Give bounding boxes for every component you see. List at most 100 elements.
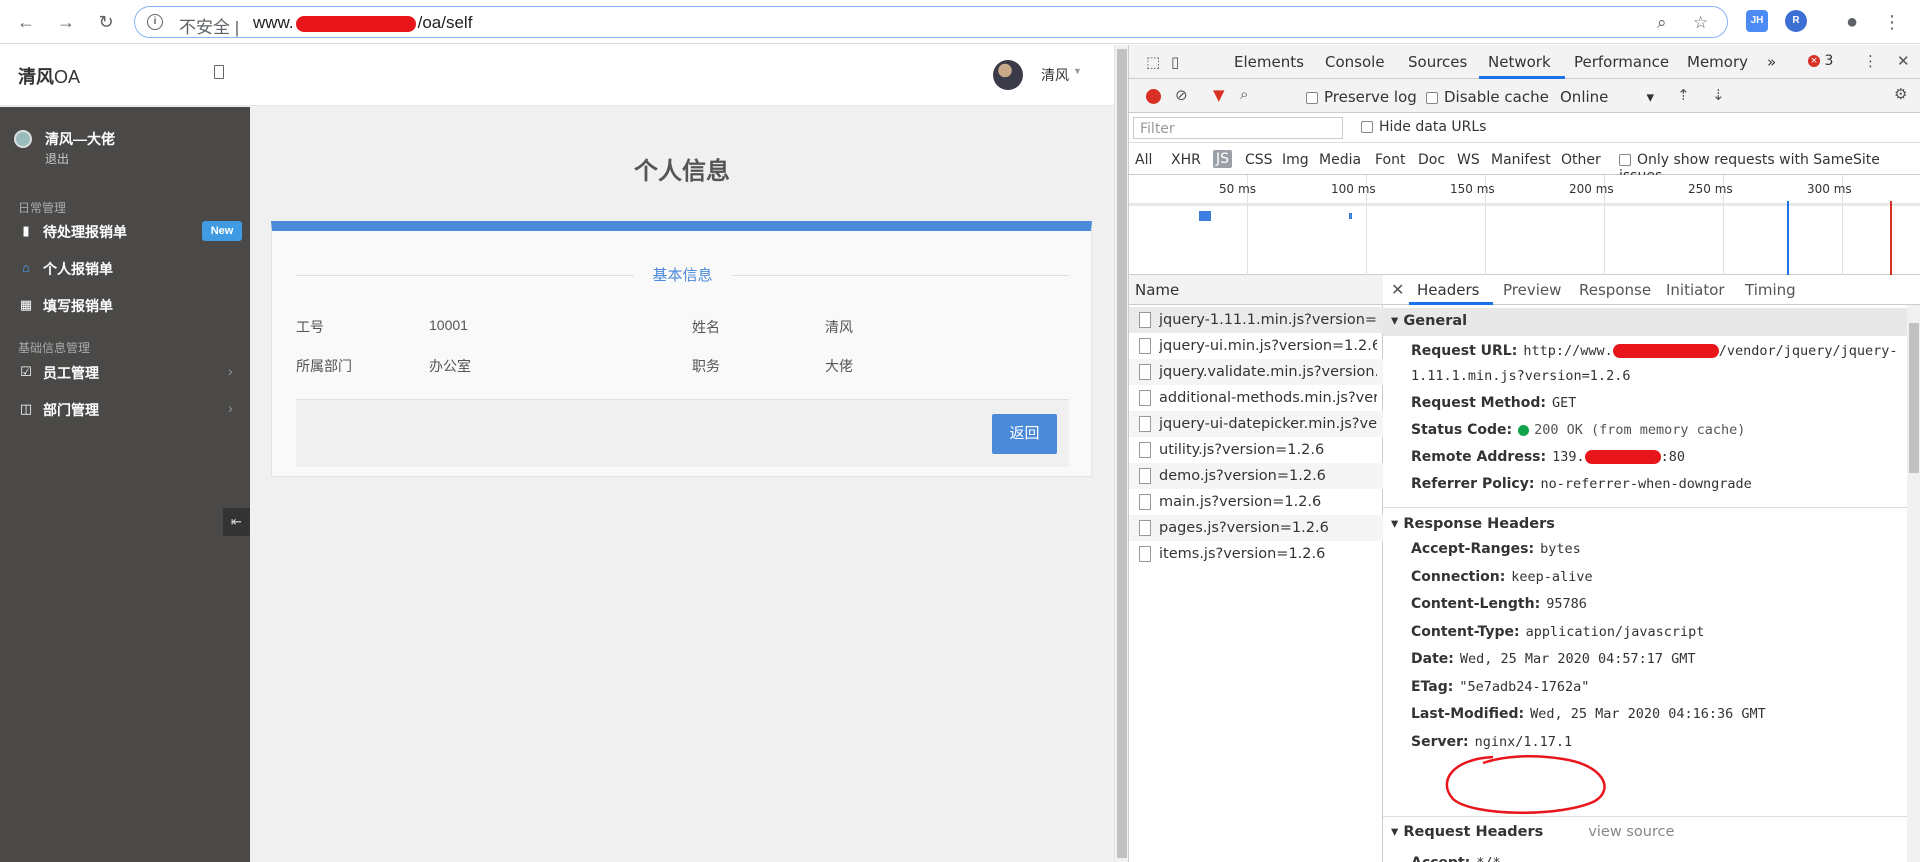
record-icon[interactable]: [1146, 89, 1161, 104]
sidebar-item-employees[interactable]: ☑ 员工管理 ›: [0, 357, 250, 387]
tab-timing[interactable]: Timing: [1745, 281, 1796, 299]
disable-cache-checkbox[interactable]: Disable cache: [1426, 88, 1549, 106]
type-img[interactable]: Img: [1282, 152, 1309, 168]
timeline-label: 300 ms: [1807, 182, 1852, 196]
avatar[interactable]: [993, 60, 1023, 90]
sidebar-item-fill[interactable]: ▦ 填写报销单: [0, 290, 250, 320]
brand-logo[interactable]: 清风OA: [18, 63, 80, 89]
view-source-link[interactable]: view source: [1588, 824, 1674, 840]
request-name: utility.js?version=1.2.6: [1159, 442, 1325, 458]
logout-link[interactable]: 退出: [45, 150, 69, 167]
url-text[interactable]: www./oa/self: [253, 13, 472, 33]
general-section-header[interactable]: ▾ General: [1383, 308, 1907, 336]
request-row[interactable]: main.js?version=1.2.6: [1129, 489, 1383, 515]
tab-performance[interactable]: Performance: [1574, 53, 1669, 71]
request-row[interactable]: jquery-ui-datepicker.min.js?ve...: [1129, 411, 1383, 437]
menu-icon[interactable]: ⋮: [1880, 10, 1904, 34]
filter-icon[interactable]: ▼: [1213, 86, 1225, 104]
detail-scrollbar[interactable]: [1907, 305, 1920, 862]
type-css[interactable]: CSS: [1245, 152, 1273, 168]
request-row[interactable]: utility.js?version=1.2.6: [1129, 437, 1383, 463]
profile-icon[interactable]: ●: [1840, 10, 1864, 34]
scrollbar-thumb[interactable]: [1909, 323, 1919, 473]
preserve-log-checkbox[interactable]: Preserve log: [1306, 88, 1417, 106]
file-icon: [1139, 338, 1151, 354]
collapse-sidebar-icon[interactable]: ⇤: [223, 508, 250, 536]
header-username[interactable]: 清风: [1041, 65, 1069, 85]
sidebar-item-label: 个人报销单: [43, 261, 113, 277]
type-js[interactable]: JS: [1213, 150, 1233, 168]
response-headers-section-header[interactable]: ▾ Response Headers: [1383, 511, 1907, 539]
response-header-line: Last-Modified: Wed, 25 Mar 2020 04:16:36 …: [1411, 706, 1766, 722]
request-row[interactable]: jquery-1.11.1.min.js?version=1...: [1129, 307, 1383, 333]
reload-icon[interactable]: ↻: [94, 10, 118, 34]
gear-icon[interactable]: ⚙: [1894, 85, 1907, 103]
extension-r-icon[interactable]: R: [1785, 10, 1807, 32]
tab-preview[interactable]: Preview: [1503, 281, 1561, 299]
sidebar-toggle-icon[interactable]: [214, 65, 224, 79]
hide-data-urls-checkbox[interactable]: Hide data URLs: [1361, 119, 1486, 135]
tab-console[interactable]: Console: [1325, 53, 1385, 71]
close-icon[interactable]: ✕: [1391, 280, 1404, 299]
request-name: jquery-1.11.1.min.js?version=1...: [1159, 312, 1377, 328]
tab-response[interactable]: Response: [1579, 281, 1651, 299]
more-tabs-icon[interactable]: »: [1767, 53, 1776, 71]
zoom-icon[interactable]: ⌕: [1657, 13, 1667, 33]
request-row[interactable]: pages.js?version=1.2.6: [1129, 515, 1383, 541]
redacted-domain: [295, 15, 416, 32]
request-row[interactable]: jquery-ui.min.js?version=1.2.6: [1129, 333, 1383, 359]
request-row[interactable]: demo.js?version=1.2.6: [1129, 463, 1383, 489]
inspect-icon[interactable]: ⬚: [1146, 53, 1160, 71]
type-doc[interactable]: Doc: [1418, 152, 1445, 168]
close-icon[interactable]: ✕: [1897, 52, 1910, 70]
request-row[interactable]: jquery.validate.min.js?version...: [1129, 359, 1383, 385]
sidebar-item-pending[interactable]: ▮ 待处理报销单 New: [0, 216, 250, 246]
request-headers-section-header[interactable]: ▾ Request Headers view source: [1383, 819, 1907, 847]
type-manifest[interactable]: Manifest: [1491, 152, 1551, 168]
tab-network[interactable]: Network: [1488, 53, 1551, 71]
status-dot-icon: [1518, 424, 1530, 436]
name-column-header[interactable]: Name: [1129, 275, 1383, 305]
back-arrow-icon[interactable]: ←: [14, 10, 38, 34]
address-bar[interactable]: i 不安全 | www./oa/self ⌕ ☆: [134, 6, 1728, 38]
tab-elements[interactable]: Elements: [1234, 53, 1304, 71]
download-icon[interactable]: ⇣: [1712, 86, 1725, 104]
search-icon[interactable]: ⌕: [1240, 85, 1248, 103]
type-all[interactable]: All: [1135, 152, 1152, 168]
field-label: 所属部门: [296, 358, 352, 374]
divider: [732, 275, 1069, 276]
security-label: 不安全 |: [179, 18, 240, 37]
request-row[interactable]: items.js?version=1.2.6: [1129, 541, 1383, 567]
network-overview[interactable]: 50 ms 100 ms 150 ms 200 ms 250 ms 300 ms: [1129, 175, 1920, 275]
kebab-menu-icon[interactable]: ⋮: [1863, 52, 1878, 70]
back-button[interactable]: 返回: [992, 414, 1057, 454]
filter-input[interactable]: Filter: [1133, 117, 1343, 139]
forward-arrow-icon[interactable]: →: [54, 10, 78, 34]
info-icon[interactable]: i: [147, 14, 163, 30]
referrer-policy-line: Referrer Policy: no-referrer-when-downgra…: [1411, 476, 1752, 492]
sidebar-item-label: 部门管理: [43, 402, 99, 418]
clear-icon[interactable]: ⊘: [1175, 86, 1188, 104]
star-icon[interactable]: ☆: [1693, 13, 1708, 33]
sidebar-item-departments[interactable]: ◫ 部门管理 ›: [0, 394, 250, 424]
throttle-select[interactable]: Online ▾: [1560, 88, 1654, 106]
tab-headers[interactable]: Headers: [1417, 281, 1479, 299]
tab-memory[interactable]: Memory: [1687, 53, 1748, 71]
page-scrollbar[interactable]: [1114, 45, 1128, 862]
type-font[interactable]: Font: [1375, 152, 1405, 168]
type-media[interactable]: Media: [1319, 152, 1361, 168]
caret-down-icon[interactable]: ▼: [1073, 66, 1082, 76]
error-counter[interactable]: × 3: [1808, 53, 1833, 69]
request-row[interactable]: additional-methods.min.js?ver...: [1129, 385, 1383, 411]
scrollbar-thumb[interactable]: [1117, 49, 1127, 858]
upload-icon[interactable]: ⇡: [1677, 86, 1690, 104]
type-filter-bar: All XHR JS CSS Img Media Font Doc WS Man…: [1129, 143, 1920, 184]
sidebar-item-personal[interactable]: ⌂ 个人报销单: [0, 253, 250, 283]
tab-sources[interactable]: Sources: [1408, 53, 1467, 71]
type-xhr[interactable]: XHR: [1171, 152, 1201, 168]
device-toolbar-icon[interactable]: ▯: [1171, 53, 1179, 71]
type-other[interactable]: Other: [1561, 152, 1601, 168]
tab-initiator[interactable]: Initiator: [1666, 281, 1725, 299]
extension-jh-icon[interactable]: JH: [1746, 10, 1768, 32]
type-ws[interactable]: WS: [1457, 152, 1480, 168]
